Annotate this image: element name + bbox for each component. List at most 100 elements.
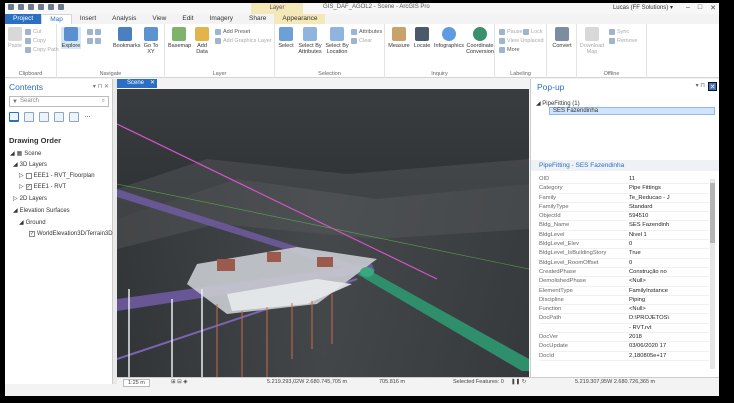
zoom-full-extent-button[interactable]	[87, 29, 101, 35]
attribute-row: ElementType FamilyInstance	[539, 287, 709, 296]
tab-map[interactable]: Map	[41, 14, 72, 24]
tree-world-elevation[interactable]: ✓ WorldElevation3D/Terrain3D	[29, 231, 113, 237]
list-by-selection-icon[interactable]	[39, 112, 49, 122]
list-by-editing-icon[interactable]	[54, 112, 64, 122]
tab-appearance[interactable]: Appearance	[274, 14, 326, 24]
convert-button[interactable]: Convert	[551, 27, 573, 49]
bookmarks-button[interactable]: Bookmarks	[113, 27, 141, 49]
cut-button[interactable]: Cut	[25, 29, 42, 35]
visibility-checkbox[interactable]: ✓	[25, 183, 32, 190]
user-account[interactable]: Lucas (FF Solutions) ▾	[613, 4, 673, 11]
close-popup-icon[interactable]: ✕	[708, 82, 717, 91]
pin-icon[interactable]: ▾ ⊓	[93, 84, 102, 90]
infographics-button[interactable]: Infographics	[434, 27, 464, 49]
coordinate-conversion-icon	[473, 27, 487, 41]
tab-share[interactable]: Share	[241, 14, 274, 24]
scene-canvas[interactable]	[117, 89, 529, 377]
download-map-button[interactable]: Download Map	[579, 27, 605, 55]
more-icon	[499, 47, 505, 53]
open-icon[interactable]	[28, 4, 34, 10]
collapse-icon[interactable]: ◢	[13, 207, 18, 214]
contents-search-input[interactable]: ▼ Search ⌕	[9, 96, 109, 107]
scrollbar-thumb[interactable]	[710, 183, 715, 243]
save-icon[interactable]	[38, 4, 44, 10]
tree-2d-layers[interactable]: ▷ 2D Layers	[13, 195, 47, 203]
popup-scrollbar[interactable]	[710, 179, 715, 369]
select-button[interactable]: Select	[277, 27, 295, 49]
select-by-attributes-button[interactable]: Select By Attributes	[297, 27, 323, 55]
more-options-icon[interactable]: …	[84, 112, 94, 122]
add-graphics-layer-button[interactable]: Add Graphics Layer	[215, 38, 272, 44]
add-data-button[interactable]: Add Data	[192, 27, 212, 55]
expand-icon[interactable]: ▷	[13, 195, 18, 202]
tab-project[interactable]: Project	[5, 14, 42, 24]
collapse-icon[interactable]: ◢	[10, 150, 15, 157]
popup-feature-node[interactable]: ◢ PipeFitting (1)	[536, 100, 580, 107]
list-by-drawing-order-icon[interactable]	[9, 112, 19, 122]
pin-icon[interactable]: ▾ ⊓	[696, 82, 705, 89]
redo-icon[interactable]	[58, 4, 64, 10]
pause-labeling-button[interactable]: Pause	[499, 29, 523, 35]
search-icon[interactable]: ⌕	[102, 97, 105, 106]
tab-analysis[interactable]: Analysis	[104, 14, 144, 24]
filter-icon: ▼	[12, 99, 18, 105]
expand-icon[interactable]: ▷	[19, 183, 24, 190]
lock-labeling-button[interactable]: Lock	[523, 29, 543, 35]
add-preset-button[interactable]: Add Preset	[215, 29, 250, 35]
attribute-value: <Null>	[629, 278, 646, 285]
tree-3d-layers[interactable]: ◢ 3D Layers	[13, 161, 47, 169]
tree-layer-rvt[interactable]: ▷ ✓ EEE1 - RVT	[19, 183, 66, 190]
scale-selector[interactable]: 1:25 m	[123, 379, 150, 387]
tab-insert[interactable]: Insert	[72, 14, 104, 24]
document-title: GIS_DAF_AGOL2 - Scene - ArcGIS Pro	[323, 4, 430, 10]
maximize-button[interactable]: □	[698, 4, 702, 12]
tab-imagery[interactable]: Imagery	[202, 14, 241, 24]
close-pane-icon[interactable]: ✕	[104, 84, 109, 90]
previous-extent-button[interactable]	[87, 38, 101, 44]
navigation-tools-icon[interactable]: ⊞ ⊟ ◈	[171, 379, 188, 385]
explore-button[interactable]: Explore	[61, 27, 81, 49]
minimize-button[interactable]: –	[686, 4, 690, 12]
remove-button[interactable]: Remove	[609, 38, 637, 44]
select-by-location-button[interactable]: Select By Location	[325, 27, 349, 55]
coordinate-conversion-button[interactable]: Coordinate Conversion	[465, 27, 495, 55]
copy-path-button[interactable]: Copy Path	[25, 47, 59, 53]
tab-edit[interactable]: Edit	[174, 14, 201, 24]
copy-button[interactable]: Copy	[25, 38, 46, 44]
tab-scene-view[interactable]: Scene ✕	[117, 79, 157, 88]
basemap-button[interactable]: Basemap	[168, 27, 191, 49]
undo-icon[interactable]	[48, 4, 54, 10]
tree-elevation-surfaces[interactable]: ◢ Elevation Surfaces	[13, 207, 70, 215]
view-unplaced-button[interactable]: View Unplaced	[499, 38, 544, 44]
sync-button[interactable]: Sync	[609, 29, 629, 35]
collapse-icon[interactable]: ◢	[19, 219, 24, 226]
close-tab-icon[interactable]: ✕	[150, 79, 155, 88]
paste-button[interactable]: Paste	[7, 27, 23, 49]
attribute-row: BldgLevel Nivel 1	[539, 231, 709, 241]
tree-scene[interactable]: ◢ ▦ Scene	[10, 150, 41, 158]
measure-button[interactable]: Measure	[388, 27, 410, 49]
goto-xy-button[interactable]: Go To XY	[141, 27, 161, 55]
attribute-value: - RVT.rvt	[629, 324, 652, 331]
visibility-checkbox[interactable]	[25, 172, 32, 179]
pipe-fitting-selected[interactable]	[360, 267, 374, 277]
tab-view[interactable]: View	[144, 14, 174, 24]
attributes-button[interactable]: Attributes	[351, 29, 382, 35]
close-button[interactable]: ✕	[710, 4, 716, 12]
tree-ground[interactable]: ◢ Ground	[19, 219, 46, 227]
tree-layer-floorplan[interactable]: ▷ EEE1 - RVT_Floorplan	[19, 172, 95, 179]
scene-view[interactable]	[117, 89, 529, 377]
popup-selected-feature[interactable]: SES Fazendinha	[549, 107, 715, 115]
list-by-data-source-icon[interactable]	[24, 112, 34, 122]
expand-icon[interactable]: ▷	[19, 172, 24, 179]
attribute-value: 0	[629, 241, 633, 248]
list-by-snapping-icon[interactable]	[69, 112, 79, 122]
locate-button[interactable]: Locate	[412, 27, 432, 49]
pause-drawing-icon[interactable]: ❚❚ ↻	[511, 379, 526, 385]
visibility-checkbox[interactable]: ✓	[29, 231, 35, 237]
attribute-row: FamilyType Standard	[539, 203, 709, 213]
more-labeling-button[interactable]: More	[499, 47, 520, 53]
new-icon[interactable]	[18, 4, 24, 10]
collapse-icon[interactable]: ◢	[13, 161, 18, 168]
clear-selection-button[interactable]: Clear	[351, 38, 372, 44]
